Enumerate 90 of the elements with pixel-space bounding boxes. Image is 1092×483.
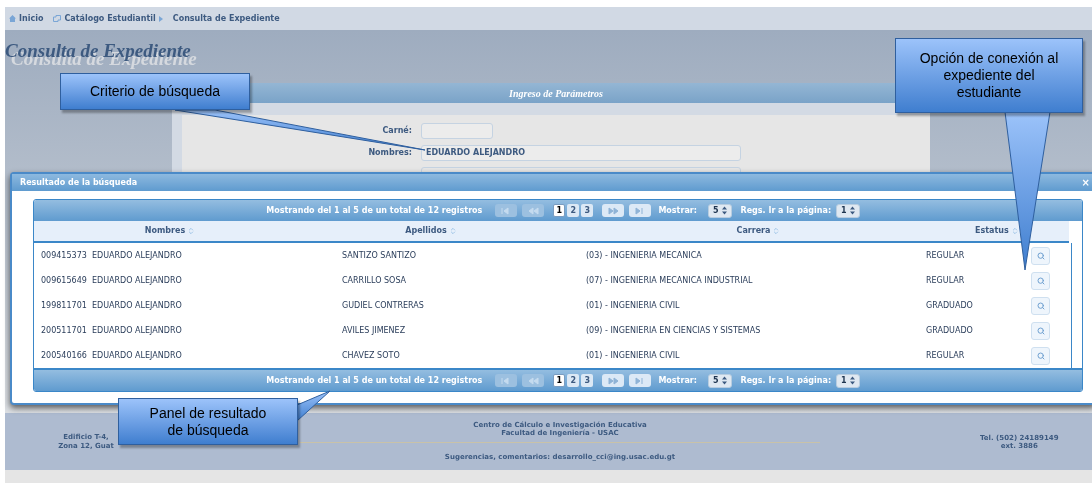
spinner-icon bbox=[849, 376, 855, 385]
spinner-icon bbox=[849, 206, 855, 215]
page-button[interactable]: 2 bbox=[567, 204, 580, 217]
column-header[interactable]: Carrera bbox=[736, 225, 771, 237]
spinner-icon bbox=[721, 376, 727, 385]
column-header[interactable]: Apellidos bbox=[405, 225, 447, 237]
table-cell-text: (01) - INGENIERIA CIVIL bbox=[586, 349, 681, 362]
search-button[interactable] bbox=[1031, 271, 1050, 290]
text-field[interactable]: EDUARDO ALEJANDRO bbox=[421, 145, 741, 161]
table-cell-text: (09) - INGENIERIA EN CIENCIAS Y SISTEMAS bbox=[586, 324, 762, 337]
home-icon bbox=[9, 15, 16, 22]
select-field[interactable]: 1 bbox=[836, 373, 860, 388]
skip-icon bbox=[500, 206, 512, 215]
table-cell-text: 200540166 bbox=[41, 349, 88, 362]
next-page-button[interactable] bbox=[602, 374, 625, 387]
spinner-icon bbox=[721, 206, 727, 215]
column-header[interactable]: Nombres bbox=[144, 225, 186, 237]
pager-info: Mostrando del 1 al 5 de un total de 12 registros bbox=[266, 374, 483, 387]
field-label: Carné: bbox=[381, 125, 412, 137]
search-button[interactable] bbox=[1031, 346, 1050, 365]
page-button[interactable]: 1 bbox=[553, 374, 566, 387]
table-cell-text: GRADUADO bbox=[926, 324, 974, 337]
text-field[interactable] bbox=[421, 123, 493, 139]
breadcrumb-link[interactable]: Inicio bbox=[19, 12, 44, 25]
page-button[interactable]: 2 bbox=[567, 374, 580, 387]
page-title: Consulta de Expediente bbox=[5, 40, 191, 62]
search-button[interactable] bbox=[1031, 321, 1050, 340]
table-cell-text: AVILES JIMENEZ bbox=[342, 324, 407, 337]
table-cell-text: EDUARDO ALEJANDRO bbox=[92, 299, 183, 312]
search-icon bbox=[1036, 351, 1045, 360]
select-field[interactable]: 5 bbox=[707, 373, 732, 388]
double-arrow-icon bbox=[607, 206, 619, 215]
go-to-page-label: Regs. Ir a la página: bbox=[740, 204, 832, 217]
caret-icon bbox=[158, 15, 163, 22]
sort-icon bbox=[772, 227, 781, 235]
table-cell-text: 009415373 bbox=[41, 249, 88, 262]
table-cell-text: REGULAR bbox=[926, 249, 966, 262]
table-cell-text: EDUARDO ALEJANDRO bbox=[92, 349, 183, 362]
page-button[interactable]: 3 bbox=[581, 374, 594, 387]
skip-icon bbox=[634, 376, 646, 385]
table-cell-text: GUDIEL CONTRERAS bbox=[342, 299, 425, 312]
double-arrow-icon bbox=[527, 376, 539, 385]
column-header[interactable]: Estatus bbox=[975, 225, 1009, 237]
search-button[interactable] bbox=[1031, 296, 1050, 315]
page-button[interactable]: 1 bbox=[553, 204, 566, 217]
table-cell-text: SANTIZO SANTIZO bbox=[342, 249, 417, 262]
select-field[interactable]: 5 bbox=[707, 203, 732, 218]
sort-icon bbox=[187, 227, 196, 235]
search-icon bbox=[1036, 301, 1045, 310]
table-cell-text: EDUARDO ALEJANDRO bbox=[92, 274, 183, 287]
callout-pointer bbox=[296, 390, 331, 422]
go-to-page-label: Regs. Ir a la página: bbox=[740, 374, 832, 387]
search-icon bbox=[1036, 251, 1045, 260]
table-cell-text: REGULAR bbox=[926, 274, 966, 287]
double-arrow-icon bbox=[527, 206, 539, 215]
select-field[interactable]: 1 bbox=[836, 203, 860, 218]
breadcrumb-link[interactable]: Catálogo Estudiantil bbox=[64, 12, 156, 25]
table-cell-text: (01) - INGENIERIA CIVIL bbox=[586, 299, 681, 312]
table-cell-text: 199811701 bbox=[41, 299, 88, 312]
table-cell-text: EDUARDO ALEJANDRO bbox=[92, 249, 183, 262]
table-cell-text: 009615649 bbox=[41, 274, 88, 287]
pager-info: Mostrando del 1 al 5 de un total de 12 registros bbox=[266, 204, 483, 217]
skip-icon bbox=[500, 376, 512, 385]
table-cell-text: CHAVEZ SOTO bbox=[342, 349, 401, 362]
table-cell-text: EDUARDO ALEJANDRO bbox=[92, 324, 183, 337]
last-page-button[interactable] bbox=[629, 374, 652, 387]
breadcrumb-link[interactable]: Consulta de Expediente bbox=[172, 12, 280, 25]
next-page-button[interactable] bbox=[602, 204, 625, 217]
search-icon bbox=[1036, 326, 1045, 335]
skip-icon bbox=[634, 206, 646, 215]
table-cell-text: 200511701 bbox=[41, 324, 88, 337]
sort-icon bbox=[1010, 227, 1019, 235]
table-cell-text: REGULAR bbox=[926, 349, 966, 362]
search-button[interactable] bbox=[1031, 246, 1050, 265]
table-cell-text: (07) - INGENIERIA MECANICA INDUSTRIAL bbox=[586, 274, 754, 287]
callout: Criterio de búsqueda bbox=[60, 73, 250, 110]
field-label: Nombres: bbox=[367, 147, 412, 159]
last-page-button[interactable] bbox=[629, 204, 652, 217]
show-label: Mostrar: bbox=[658, 374, 697, 387]
search-icon bbox=[1036, 276, 1045, 285]
dialog-title: Resultado de la búsqueda bbox=[20, 176, 138, 189]
page-button[interactable]: 3 bbox=[581, 204, 594, 217]
folder-icon bbox=[53, 15, 62, 22]
double-arrow-icon bbox=[607, 376, 619, 385]
table-cell-text: (03) - INGENIERIA MECANICA bbox=[586, 249, 703, 262]
sort-icon bbox=[448, 227, 457, 235]
show-label: Mostrar: bbox=[658, 204, 697, 217]
callout: Opción de conexión al expediente del estudiante bbox=[895, 38, 1083, 113]
table-cell-text: GRADUADO bbox=[926, 299, 974, 312]
table-cell-text: CARRILLO SOSA bbox=[342, 274, 408, 287]
